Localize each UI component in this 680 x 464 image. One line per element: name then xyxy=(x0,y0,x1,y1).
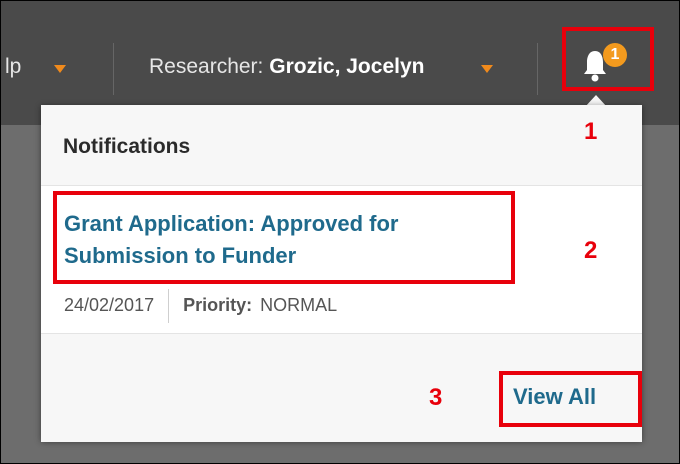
meta-divider xyxy=(168,289,170,323)
help-menu-label: lp xyxy=(5,55,22,78)
chevron-down-icon[interactable] xyxy=(481,65,493,73)
researcher-prefix: Researcher: xyxy=(149,55,264,78)
notification-meta: 24/02/2017 Priority: NORMAL xyxy=(64,289,337,323)
annotation-box-view-all xyxy=(499,371,642,427)
annotation-marker-3: 3 xyxy=(429,384,443,411)
screenshot-frame: lp Researcher: Grozic, Jocelyn 1 Notific… xyxy=(0,0,680,464)
annotation-box-notification xyxy=(53,191,515,284)
priority-label: Priority: xyxy=(183,294,253,315)
nav-divider xyxy=(113,43,114,95)
help-menu[interactable]: lp xyxy=(5,55,21,79)
annotation-box-bell xyxy=(562,27,654,91)
priority-value: NORMAL xyxy=(260,294,338,315)
notification-date: 24/02/2017 xyxy=(64,294,155,315)
notifications-header: Notifications xyxy=(41,105,642,186)
researcher-menu[interactable]: Researcher: Grozic, Jocelyn xyxy=(149,55,424,79)
annotation-marker-2: 2 xyxy=(584,237,598,264)
researcher-name: Grozic, Jocelyn xyxy=(269,55,425,78)
annotation-marker-1: 1 xyxy=(584,118,598,145)
chevron-down-icon[interactable] xyxy=(54,65,66,73)
nav-divider xyxy=(537,43,538,95)
notifications-title: Notifications xyxy=(63,135,191,158)
